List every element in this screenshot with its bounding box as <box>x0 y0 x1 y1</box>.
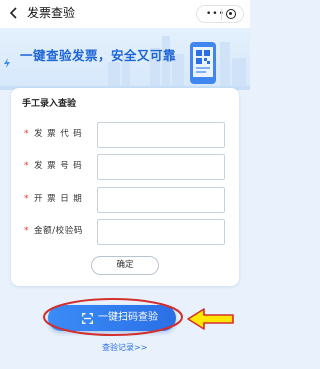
field-label-issue-date: 开票日期 <box>34 194 87 204</box>
field-row-issue-date: * 开票日期 <box>11 187 239 213</box>
mini-program-capsule: ••• <box>196 5 244 23</box>
field-row-invoice-code: * 发票代码 <box>11 122 239 148</box>
back-arrow-icon[interactable] <box>8 6 20 20</box>
required-mark: * <box>24 226 29 236</box>
field-row-invoice-number: * 发票号码 <box>11 154 239 180</box>
records-link[interactable]: 查验记录>> <box>102 343 147 353</box>
banner-slogan: 一键查验发票，安全又可靠 <box>20 48 177 63</box>
capsule-divider <box>221 9 222 20</box>
required-mark: * <box>24 129 29 139</box>
field-label-amount-check-code: 金额/校验码 <box>34 226 83 236</box>
amount-check-code-input[interactable] <box>97 219 225 245</box>
pointer-arrow-icon <box>187 308 234 330</box>
confirm-button[interactable]: 确定 <box>91 256 159 275</box>
phone-qr-illustration <box>190 42 216 84</box>
card-title: 手工录入查验 <box>22 99 77 109</box>
more-dots-icon[interactable]: ••• <box>206 10 225 19</box>
invoice-code-input[interactable] <box>97 122 225 148</box>
invoice-number-input[interactable] <box>97 154 225 180</box>
highlight-ellipse <box>43 298 183 336</box>
field-label-invoice-number: 发票号码 <box>34 161 87 171</box>
banner: 一键查验发票，安全又可靠 <box>0 28 250 90</box>
nav-bar: 发票查验 ••• <box>0 0 250 28</box>
required-mark: * <box>24 161 29 171</box>
target-circle-icon[interactable] <box>226 9 236 19</box>
page-title: 发票查验 <box>27 6 76 20</box>
manual-entry-card: 手工录入查验 * 发票代码 * 发票号码 * 开票日期 * 金额/校验码 确定 <box>11 88 239 286</box>
bolt-icon <box>4 58 10 68</box>
required-mark: * <box>24 194 29 204</box>
field-label-invoice-code: 发票代码 <box>34 129 87 139</box>
field-row-amount-check-code: * 金额/校验码 <box>11 219 239 245</box>
issue-date-input[interactable] <box>97 187 225 213</box>
